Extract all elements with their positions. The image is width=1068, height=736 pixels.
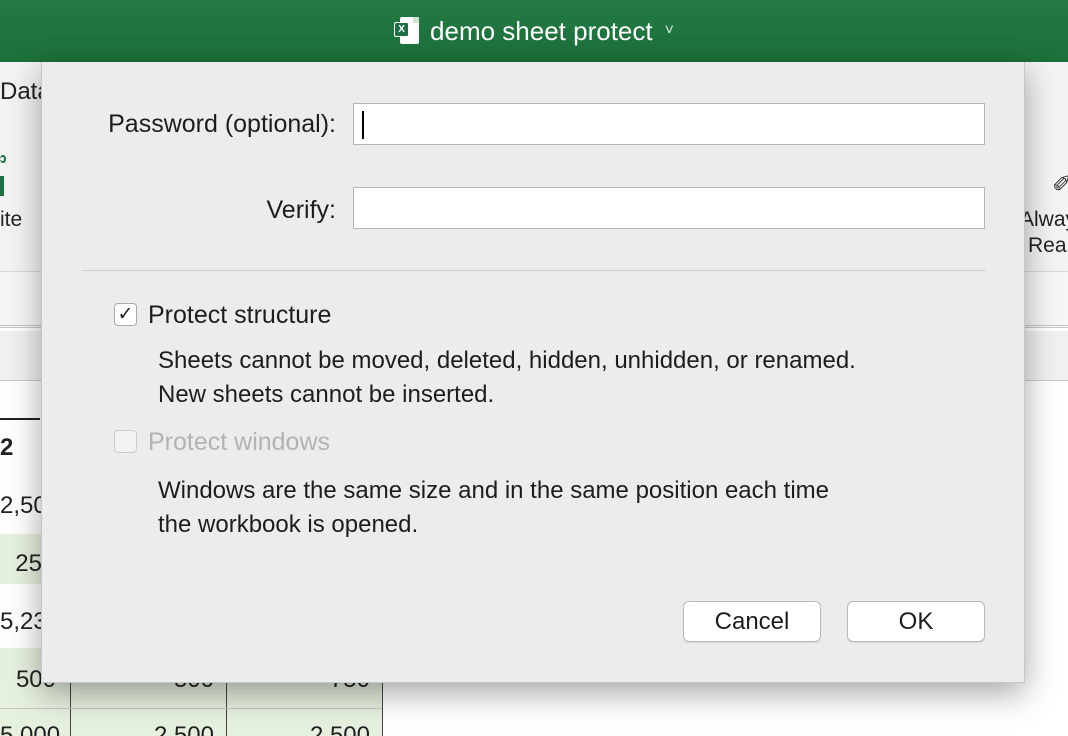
window-title: demo sheet protect [430, 15, 653, 46]
verify-input[interactable] [354, 188, 984, 228]
grid-cell[interactable]: 5,23 [0, 608, 47, 636]
pen-icon: ✐ [1052, 171, 1068, 198]
ribbon-icon-partial [0, 155, 6, 163]
window-title-group[interactable]: X demo sheet protect ˅ [394, 16, 674, 47]
protect-windows-description-line1: Windows are the same size and in the sam… [158, 477, 830, 504]
header-underline [0, 418, 40, 420]
title-bar: X demo sheet protect ˅ [0, 0, 1068, 62]
grid-border [382, 680, 383, 736]
ribbon-button-label-right[interactable]: Alway [1020, 208, 1068, 232]
grid-border [0, 708, 382, 709]
protect-structure-checkbox[interactable]: ✓ [114, 303, 137, 326]
cancel-button[interactable]: Cancel [683, 601, 821, 642]
separator [82, 270, 986, 271]
protect-structure-description-line1: Sheets cannot be moved, deleted, hidden,… [158, 347, 856, 374]
grid-cell[interactable]: 2,500 [226, 722, 370, 736]
grid-cell[interactable]: 2,500 [70, 722, 214, 736]
protect-windows-description-line2: the workbook is opened. [158, 511, 419, 538]
ok-button[interactable]: OK [847, 601, 985, 642]
protect-structure-label[interactable]: Protect structure [148, 301, 331, 330]
protect-windows-description: Windows are the same size and in the sam… [158, 474, 829, 542]
protect-structure-description-line2: New sheets cannot be inserted. [158, 381, 495, 408]
password-label: Password (optional): [108, 110, 336, 138]
protect-windows-label[interactable]: Protect windows [148, 428, 330, 457]
password-input[interactable] [354, 104, 984, 144]
verify-field[interactable] [353, 187, 985, 229]
checkmark-icon: ✓ [117, 304, 134, 325]
excel-file-icon: X [394, 16, 420, 46]
chevron-down-icon[interactable]: ˅ [665, 22, 674, 40]
verify-label: Verify: [266, 196, 336, 224]
grid-cell[interactable]: 25 [0, 550, 42, 578]
protect-windows-checkbox[interactable] [114, 430, 137, 453]
grid-cell[interactable]: 5,000 [0, 722, 60, 736]
text-caret [362, 111, 364, 139]
grid-cell[interactable]: 2,50 [0, 492, 47, 520]
ribbon-button-label-right-2: Rea [1028, 234, 1067, 257]
password-field[interactable] [353, 103, 985, 145]
ribbon-icon-partial-bar [0, 176, 4, 196]
ribbon-button-label-left[interactable]: ite [0, 208, 22, 232]
protect-structure-description: Sheets cannot be moved, deleted, hidden,… [158, 344, 856, 412]
protect-workbook-dialog: Password (optional): Verify: ✓ Protect s… [41, 62, 1025, 683]
column-header-cell: 2 [0, 434, 14, 461]
